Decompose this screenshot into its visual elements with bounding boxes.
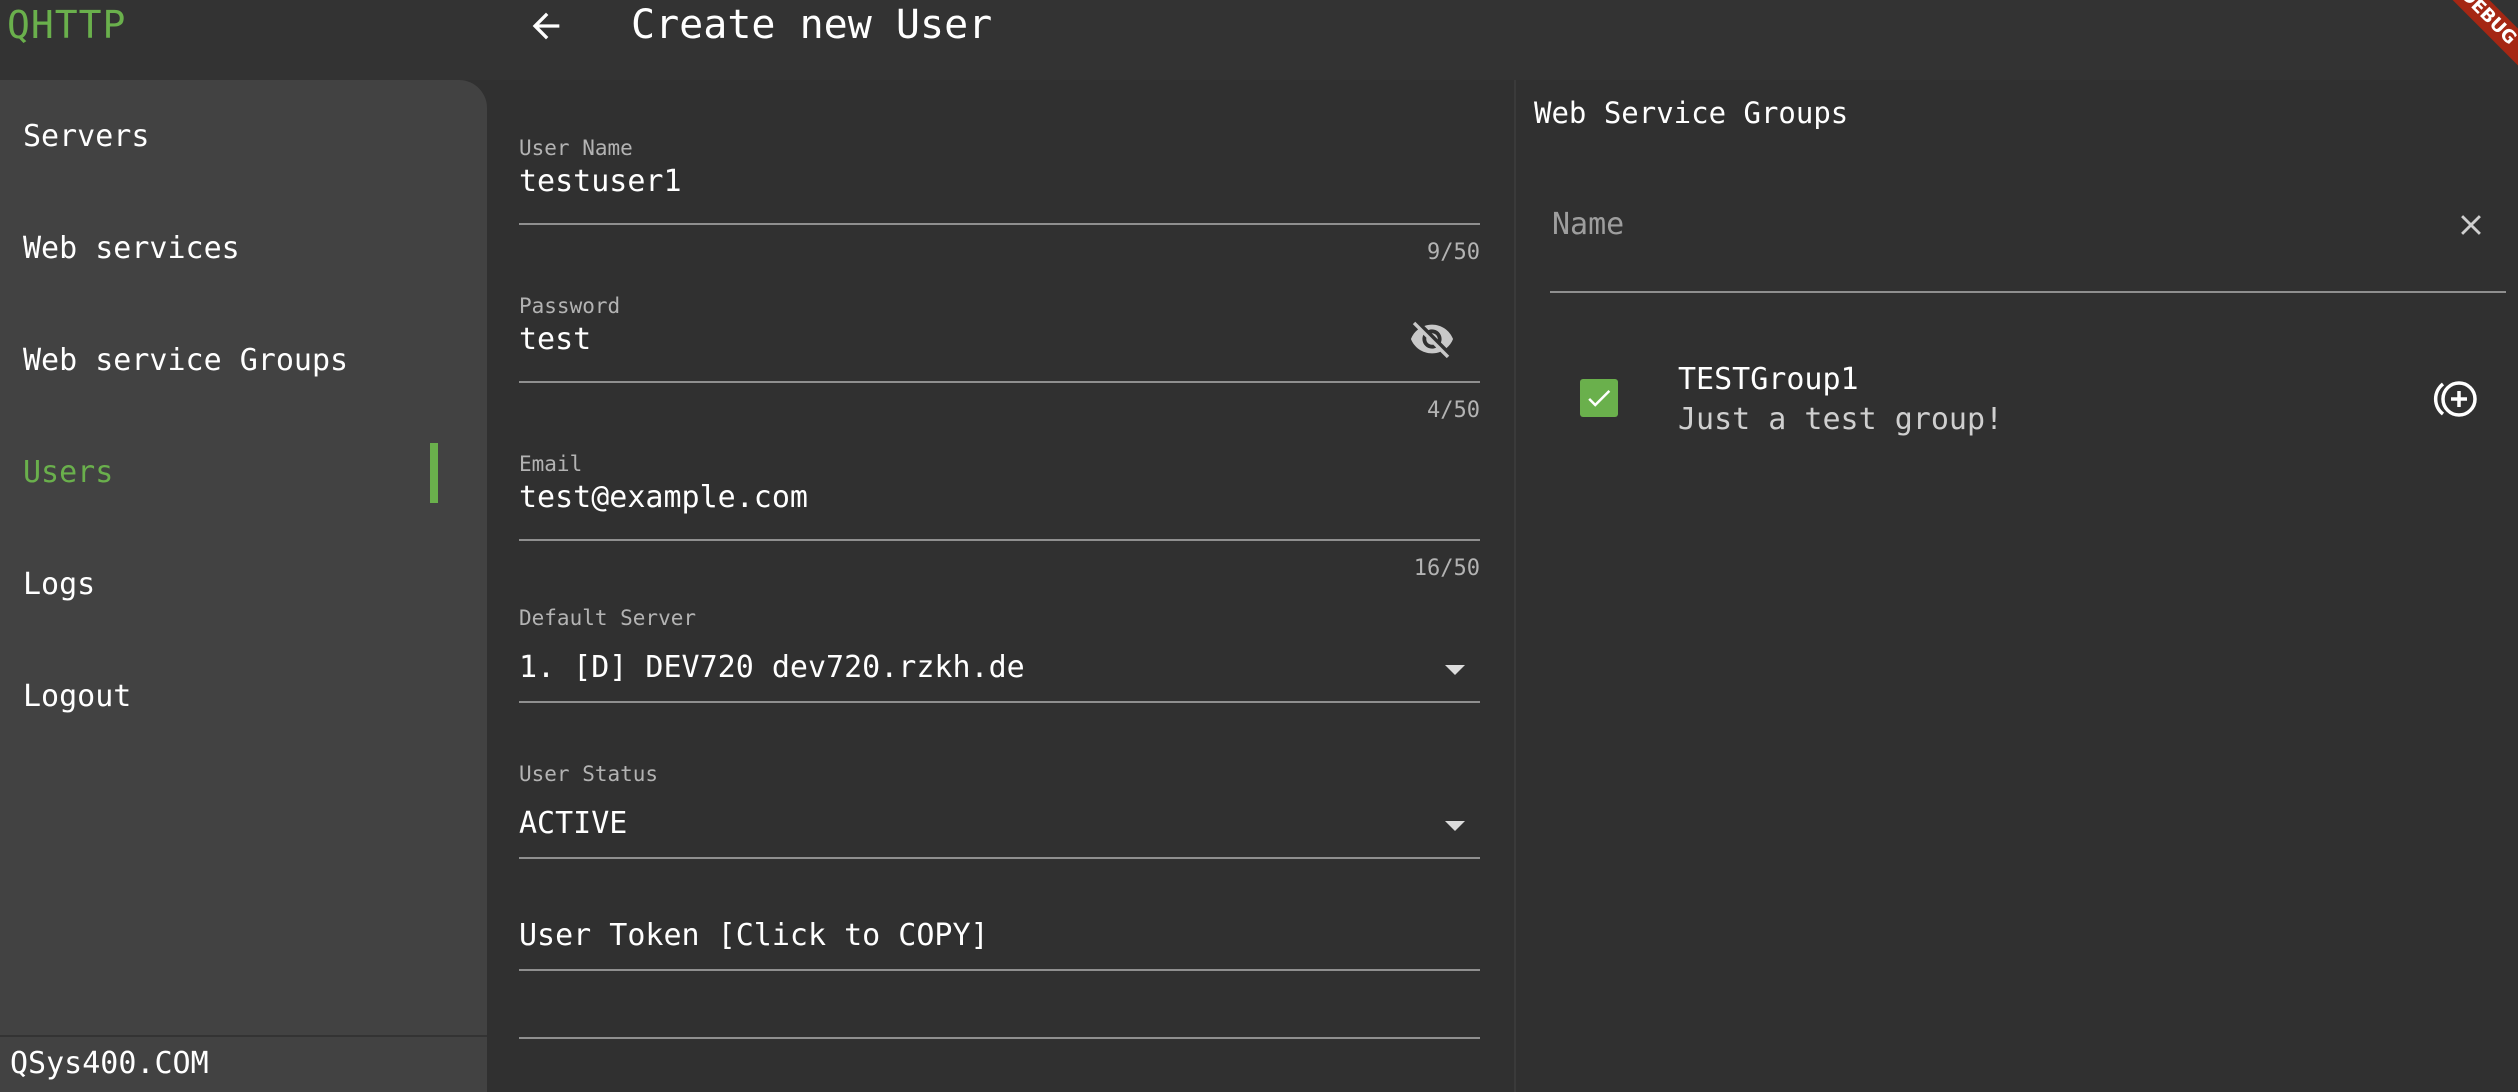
- sidebar-footer: QSys400.COM: [0, 1035, 487, 1092]
- add-group-button[interactable]: [2427, 374, 2483, 424]
- caret-down-icon[interactable]: [1440, 816, 1470, 836]
- group-search: [1550, 196, 2506, 256]
- sidebar-item-label: Logs: [23, 566, 96, 602]
- page-title: Create new User: [631, 2, 993, 48]
- default-server-value: 1. [D] DEV720 dev720.rzkh.de: [519, 650, 1025, 685]
- email-underline: [519, 539, 1480, 541]
- username-value[interactable]: testuser1: [519, 164, 682, 199]
- default-server-label: Default Server: [519, 606, 697, 630]
- check-icon: [1588, 389, 1611, 407]
- clear-search-button[interactable]: [2450, 204, 2492, 246]
- list-item[interactable]: TESTGroup1 Just a test group!: [1516, 336, 2518, 446]
- group-description: Just a test group!: [1678, 402, 2004, 437]
- sidebar: Servers Web services Web service Groups …: [0, 80, 487, 1092]
- sidebar-item-web-services[interactable]: Web services: [0, 192, 487, 304]
- toggle-password-visibility-button[interactable]: [1406, 316, 1458, 362]
- email-counter: 16/50: [1413, 556, 1480, 581]
- username-underline: [519, 223, 1480, 225]
- sidebar-item-web-service-groups[interactable]: Web service Groups: [0, 304, 487, 416]
- sidebar-item-logs[interactable]: Logs: [0, 528, 487, 640]
- password-field[interactable]: Password test 4/50: [519, 288, 1480, 428]
- sidebar-item-logout[interactable]: Logout: [0, 640, 487, 752]
- user-token-label[interactable]: User Token [Click to COPY]: [519, 918, 989, 953]
- close-icon: [2461, 215, 2481, 235]
- app-title: QHTTP: [7, 3, 127, 47]
- arrow-back-icon: [532, 12, 560, 40]
- debug-banner: DEBUG: [2429, 0, 2518, 76]
- group-search-input[interactable]: [1550, 196, 2430, 252]
- sidebar-item-label: Logout: [23, 678, 132, 714]
- email-label: Email: [519, 452, 583, 476]
- search-underline: [1550, 291, 2506, 293]
- default-server-dropdown[interactable]: Default Server 1. [D] DEV720 dev720.rzkh…: [519, 604, 1480, 704]
- user-token-field[interactable]: User Token [Click to COPY]: [519, 910, 1480, 1040]
- active-indicator: [430, 443, 438, 503]
- caret-down-icon[interactable]: [1440, 660, 1470, 680]
- sidebar-item-users[interactable]: Users: [0, 416, 487, 528]
- sidebar-item-label: Servers: [23, 118, 150, 154]
- password-counter: 4/50: [1427, 398, 1480, 423]
- app-bar: QHTTP Create new User DEBUG: [0, 0, 2518, 80]
- email-field[interactable]: Email test@example.com 16/50: [519, 446, 1480, 586]
- user-status-value: ACTIVE: [519, 806, 628, 841]
- sidebar-item-label: Web services: [23, 230, 240, 266]
- group-name: TESTGroup1: [1678, 362, 1859, 397]
- sidebar-item-label: Web service Groups: [23, 342, 349, 378]
- web-service-groups-panel: Web Service Groups TESTGroup1 Just a tes…: [1514, 80, 2518, 1092]
- sidebar-item-servers[interactable]: Servers: [0, 80, 487, 192]
- password-label: Password: [519, 294, 621, 318]
- panel-title: Web Service Groups: [1534, 96, 1849, 130]
- user-status-dropdown[interactable]: User Status ACTIVE: [519, 760, 1480, 860]
- email-value[interactable]: test@example.com: [519, 480, 808, 515]
- add-circle-icon: [2433, 381, 2477, 417]
- default-server-underline: [519, 701, 1480, 703]
- user-token-value-underline: [519, 1037, 1480, 1039]
- group-checkbox[interactable]: [1580, 379, 1618, 417]
- user-status-underline: [519, 857, 1480, 859]
- sidebar-item-label: Users: [23, 454, 114, 490]
- username-label: User Name: [519, 136, 633, 160]
- username-counter: 9/50: [1427, 240, 1480, 265]
- user-status-label: User Status: [519, 762, 659, 786]
- eye-off-icon: [1410, 321, 1454, 359]
- password-value[interactable]: test: [519, 322, 591, 357]
- password-underline: [519, 381, 1480, 383]
- user-token-underline: [519, 969, 1480, 971]
- back-button[interactable]: [520, 2, 572, 50]
- username-field[interactable]: User Name testuser1 9/50: [519, 130, 1480, 270]
